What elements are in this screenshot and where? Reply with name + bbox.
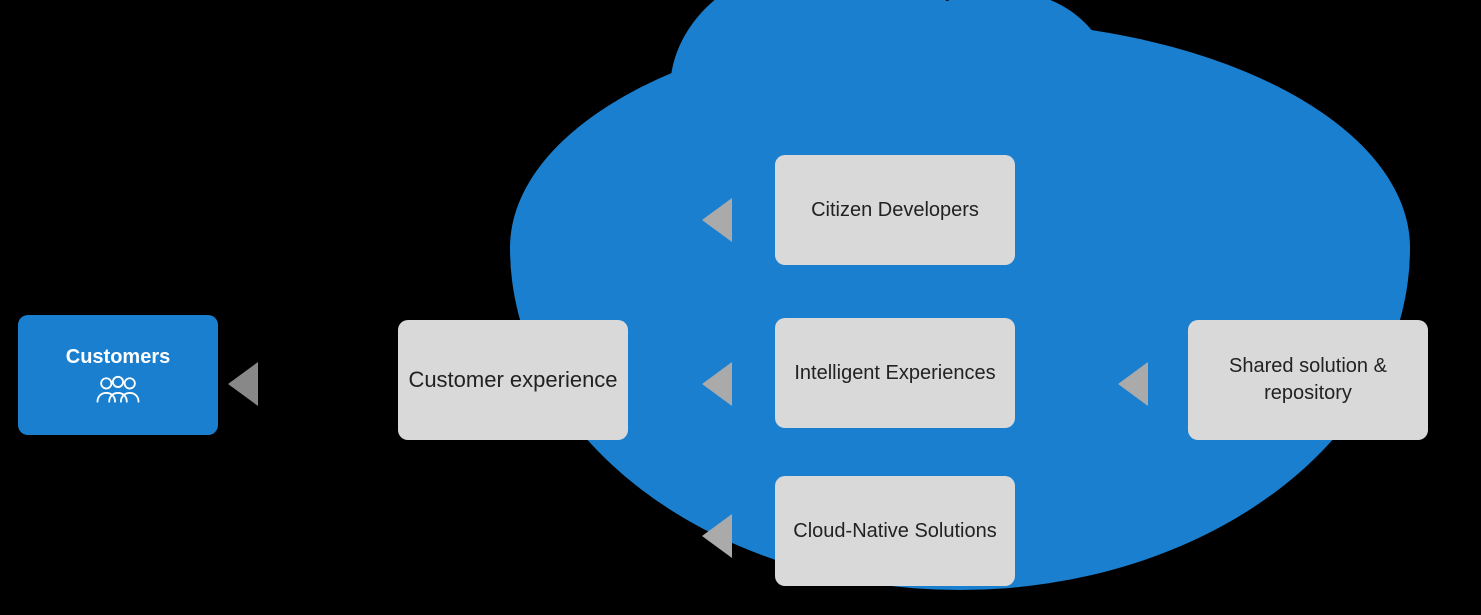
intelligent-experiences-box: Intelligent Experiences [775,318,1015,428]
arrow-cloud-left-mid [702,362,732,406]
shared-solution-label: Shared solution & repository [1188,353,1428,407]
customer-experience-label: Customer experience [408,366,617,395]
customers-box: Customers [18,315,218,435]
diagram-container: Customers Customer experience Citizen De… [0,0,1481,615]
citizen-developers-label: Citizen Developers [811,197,979,224]
arrow-to-customers [228,362,258,406]
customers-label: Customers [66,346,170,369]
cloud-native-solutions-label: Cloud-Native Solutions [793,518,996,545]
arrow-to-shared [1118,362,1148,406]
arrow-cloud-left-top [702,198,732,242]
shared-solution-box: Shared solution & repository [1188,320,1428,440]
citizen-developers-box: Citizen Developers [775,155,1015,265]
arrow-cloud-left-bot [702,514,732,558]
cloud-native-solutions-box: Cloud-Native Solutions [775,476,1015,586]
intelligent-experiences-label: Intelligent Experiences [794,360,995,387]
people-icon [96,375,140,405]
customer-experience-box: Customer experience [398,320,628,440]
